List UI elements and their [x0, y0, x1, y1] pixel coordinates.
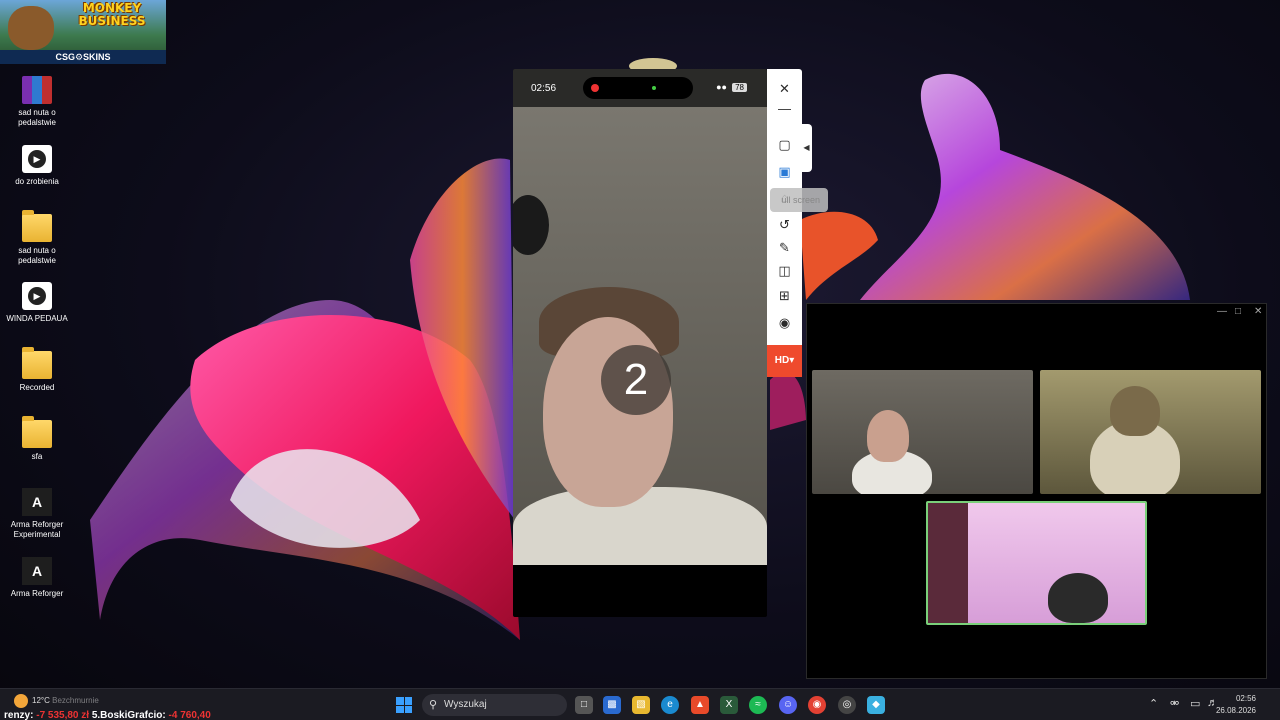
desktop-icon-sfa[interactable]: sfa — [4, 416, 70, 462]
participant-face — [1110, 386, 1160, 436]
wifi-icon: ●● — [716, 82, 727, 92]
countdown-timer: 2 — [601, 345, 671, 415]
record-icon[interactable]: ◉ — [776, 314, 793, 331]
person-shirt — [513, 487, 767, 565]
collapse-toolbar-tab[interactable]: ◀ — [801, 124, 812, 172]
video-call-window[interactable]: — □ ✕ — [806, 303, 1267, 679]
participant-face — [867, 410, 909, 462]
desktop-icon-do-zrobienia[interactable]: ▶ do zrobienia — [4, 145, 70, 187]
desktop-icon-label: WINDA PEDAUA — [6, 314, 68, 323]
arma-shortcut-icon: A — [22, 557, 52, 585]
call-close-button[interactable]: ✕ — [1254, 306, 1262, 317]
desktop-icon-label: Arma Reforger — [10, 589, 64, 598]
clock-date: 26.08.2026 — [1215, 706, 1256, 715]
clothes-rack — [928, 503, 968, 623]
close-button[interactable]: ✕ — [776, 80, 793, 97]
participant-video-tile[interactable] — [812, 370, 1033, 494]
donation-ticker: renzy: -7 535,80 zł 5.BoskiGrafcio: -4 7… — [4, 710, 211, 720]
arma-shortcut-icon: A — [22, 488, 52, 516]
desktop-icon-label: Recorded — [19, 383, 55, 392]
media-file-icon: ▶ — [22, 282, 52, 310]
store-icon[interactable]: ▩ — [603, 696, 621, 714]
desktop-icon-label: do zrobienia — [15, 177, 59, 186]
system-clock[interactable]: 02:56 26.08.2026 — [1216, 693, 1256, 717]
obs-icon[interactable]: ◎ — [838, 696, 856, 714]
phone-camera-feed: 2 — [513, 107, 767, 565]
desktop-icon-recorded[interactable]: Recorded — [4, 347, 70, 393]
task-view-icon[interactable]: □ — [575, 696, 593, 714]
panel-icon[interactable]: ◫ — [776, 262, 793, 279]
taskbar-search-box[interactable]: ⚲ Wyszukaj — [422, 694, 567, 716]
winrar-archive-icon — [22, 76, 52, 104]
monkey-mascot-image — [8, 6, 54, 50]
csgoskins-ad-banner[interactable]: MONKEY BUSINESS CSG⚙SKINS — [0, 0, 166, 64]
desktop-icon-label: Arma Reforger Experimental — [10, 520, 64, 539]
battery-level: 78 — [732, 83, 747, 92]
dynamic-island — [583, 77, 693, 99]
call-maximize-button[interactable]: □ — [1235, 306, 1241, 317]
search-icon: ⚲ — [429, 699, 438, 711]
start-button[interactable] — [396, 697, 412, 713]
ticker-name: 5.BoskiGrafcio: — [91, 710, 166, 720]
windows-taskbar: 12°C Bezchmurnie renzy: -7 535,80 zł 5.B… — [0, 688, 1280, 720]
weather-widget[interactable]: 12°C Bezchmurnie — [14, 694, 99, 708]
brave-icon[interactable]: ▲ — [691, 696, 709, 714]
clock-time: 02:56 — [1235, 694, 1256, 703]
crop-icon[interactable]: ⊞ — [776, 287, 793, 304]
pen-icon[interactable]: ✎ — [776, 239, 793, 256]
person-face — [543, 317, 673, 507]
hd-quality-button[interactable]: HD▾ — [767, 345, 802, 377]
participant-video-tile[interactable] — [1040, 370, 1261, 494]
weather-sun-icon — [14, 694, 28, 708]
fullscreen-tooltip: ull screen — [770, 188, 828, 212]
excel-icon[interactable]: X — [720, 696, 738, 714]
weather-text: Bezchmurnie — [52, 696, 99, 706]
call-minimize-button[interactable]: — — [1217, 306, 1227, 317]
spotify-icon[interactable]: ≈ — [749, 696, 767, 714]
display-icon[interactable]: ▭ — [1190, 697, 1200, 710]
desktop-icon-sad-nuta-archive[interactable]: sad nuta o pedalstwie — [4, 76, 70, 128]
folder-icon — [22, 416, 52, 448]
edge-icon[interactable]: e — [661, 696, 679, 714]
file-explorer-icon[interactable]: ▧ — [632, 696, 650, 714]
phone-status-bar: 02:56 ●● 78 — [513, 69, 767, 107]
chrome-icon[interactable]: ◉ — [808, 696, 826, 714]
media-file-icon: ▶ — [22, 145, 52, 173]
ticker-prefix: renzy: — [4, 710, 34, 720]
desktop-icon-winda-pedaua[interactable]: ▶ WINDA PEDAUA — [4, 282, 70, 324]
desktop-icon-label: sfa — [31, 452, 43, 461]
desktop-icon-label: sad nuta o pedalstwie — [18, 108, 56, 127]
ticker-value: -4 760,40 — [168, 710, 211, 720]
desktop-icon-arma-reforger[interactable]: A Arma Reforger — [4, 557, 70, 599]
discord-icon[interactable]: ☺ — [779, 696, 797, 714]
phone-mirror-window[interactable]: 02:56 ●● 78 2 — [513, 69, 767, 617]
participant-video-tile-active-speaker[interactable] — [926, 501, 1147, 625]
fullscreen-icon[interactable]: ▣ — [776, 163, 793, 180]
camera-indicator-icon — [652, 86, 656, 90]
folder-icon — [22, 347, 52, 379]
participant-head-cap — [1048, 573, 1108, 623]
weather-temp: 12°C — [32, 696, 50, 706]
desktop-icon-arma-reforger-experimental[interactable]: A Arma Reforger Experimental — [4, 488, 70, 540]
ticker-value: -7 535,80 zł — [36, 710, 90, 720]
desktop-icon-label: sad nuta o pedalstwie — [18, 246, 56, 265]
mirror-toolbar: ✕ — ▢ ▣ ⌂ ↺ ✎ ◫ ⊞ ◉ — [767, 69, 802, 377]
ad-title: MONKEY BUSINESS — [78, 1, 146, 28]
folder-icon — [22, 210, 52, 242]
screenshot-region-icon[interactable]: ▢ — [776, 136, 793, 153]
background-lamp — [513, 195, 549, 255]
tray-overflow-icon[interactable]: ⌃ — [1149, 697, 1158, 710]
microphone-icon[interactable]: ⚮ — [1170, 697, 1179, 710]
recording-indicator-icon — [591, 84, 599, 92]
minimize-button[interactable]: — — [776, 100, 793, 117]
ad-footer-brand: CSG⚙SKINS — [0, 50, 166, 64]
desktop-icon-sad-nuta-folder[interactable]: sad nuta o pedalstwie — [4, 210, 70, 266]
rotate-icon[interactable]: ↺ — [776, 216, 793, 233]
search-placeholder: Wyszukaj — [444, 699, 487, 710]
phone-mirror-app-icon[interactable]: ◆ — [867, 696, 885, 714]
phone-time: 02:56 — [531, 83, 557, 94]
